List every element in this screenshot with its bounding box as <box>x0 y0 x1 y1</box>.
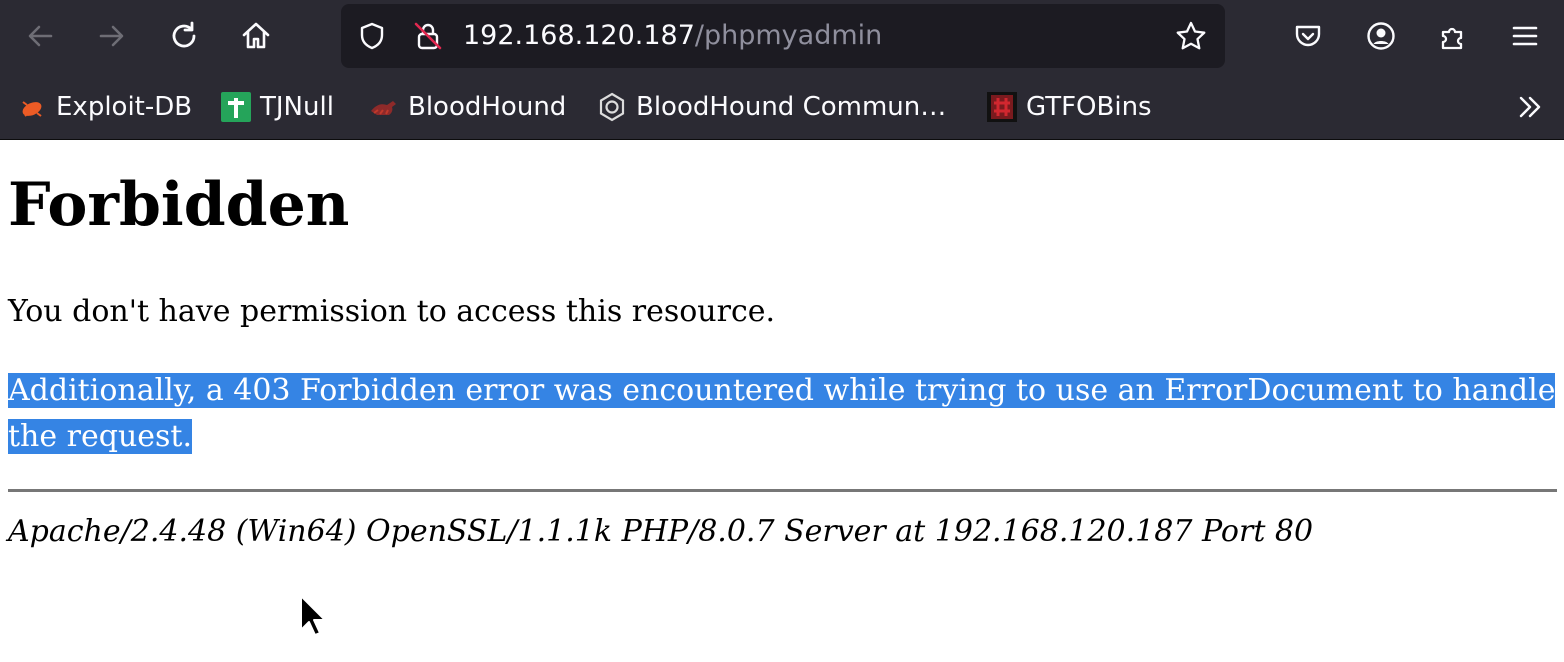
url-path: /phpmyadmin <box>694 20 883 51</box>
home-icon <box>242 22 270 49</box>
url-host: 192.168.120.187 <box>463 20 695 51</box>
home-button[interactable] <box>236 14 276 58</box>
permission-message: You don't have permission to access this… <box>8 294 776 329</box>
bookmark-label: GTFOBins <box>1026 91 1152 122</box>
pocket-button[interactable] <box>1288 14 1328 58</box>
address-bar[interactable]: 192.168.120.187/phpmyadmin <box>341 4 1225 68</box>
url-text[interactable]: 192.168.120.187/phpmyadmin <box>463 4 882 68</box>
account-button[interactable] <box>1361 14 1401 58</box>
insecure-lock-icon[interactable] <box>411 19 445 53</box>
bookmark-bloodhound[interactable]: BloodHound <box>368 74 566 139</box>
bookmark-label: BloodHound <box>408 91 567 122</box>
bloodhound-icon <box>368 91 400 123</box>
forward-button[interactable] <box>92 14 132 58</box>
bookmark-label: BloodHound Commun… <box>636 91 947 122</box>
bookmark-label: TJNull <box>260 91 334 122</box>
hamburger-menu-icon <box>1512 26 1538 46</box>
menu-button[interactable] <box>1505 14 1545 58</box>
bookmark-tjnull[interactable]: TJNull <box>220 74 334 139</box>
forward-arrow-icon <box>99 25 124 47</box>
divider <box>8 489 1557 492</box>
gtfobins-icon <box>986 91 1018 123</box>
browser-chrome: 192.168.120.187/phpmyadmin Exploit-DB TJ… <box>0 0 1564 140</box>
bookmark-star-icon[interactable] <box>1175 20 1207 52</box>
selected-text: Additionally, a 403 Forbidden error was … <box>8 373 1556 454</box>
mouse-cursor-icon <box>300 595 326 636</box>
navigation-toolbar: 192.168.120.187/phpmyadmin <box>0 0 1564 74</box>
chevron-double-right-icon <box>1519 96 1541 117</box>
bookmark-gtfobins[interactable]: GTFOBins <box>986 74 1152 139</box>
tjnull-cross-icon <box>220 91 252 123</box>
pocket-icon <box>1295 25 1321 47</box>
reload-icon <box>172 21 196 48</box>
additional-error-message: Additionally, a 403 Forbidden error was … <box>8 368 1564 460</box>
bookmarks-toolbar: Exploit-DB TJNull BloodHound BloodHound … <box>0 74 1564 140</box>
exploit-db-bug-icon <box>16 91 48 123</box>
puzzle-piece-icon <box>1441 27 1463 50</box>
server-signature: Apache/2.4.48 (Win64) OpenSSL/1.1.1k PHP… <box>8 514 1314 549</box>
page-content: Forbidden You don't have permission to a… <box>0 140 1564 662</box>
account-icon <box>1367 22 1395 50</box>
bookmark-exploit-db[interactable]: Exploit-DB <box>16 74 192 139</box>
shield-icon[interactable] <box>357 21 387 51</box>
page-title: Forbidden <box>8 170 350 240</box>
back-button[interactable] <box>20 14 60 58</box>
bookmarks-overflow-button[interactable] <box>1514 74 1546 139</box>
back-arrow-icon <box>28 25 53 47</box>
bookmark-bloodhound-community[interactable]: BloodHound Commun… <box>596 74 946 139</box>
bloodhound-community-icon <box>596 91 628 123</box>
bookmark-label: Exploit-DB <box>56 91 193 122</box>
reload-button[interactable] <box>164 14 204 58</box>
extensions-button[interactable] <box>1433 14 1473 58</box>
